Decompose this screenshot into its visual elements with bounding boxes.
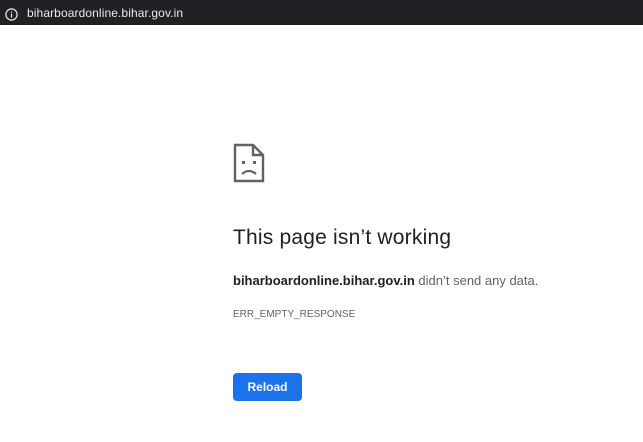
reload-button[interactable]: Reload xyxy=(233,373,302,401)
error-host: biharboardonline.bihar.gov.in xyxy=(233,273,415,288)
error-page: This page isn’t working biharboardonline… xyxy=(0,25,643,442)
address-bar[interactable]: biharboardonline.bihar.gov.in xyxy=(0,0,643,25)
error-code: ERR_EMPTY_RESPONSE xyxy=(233,309,356,320)
page-title: This page isn’t working xyxy=(233,226,452,249)
error-message-suffix: didn’t send any data. xyxy=(414,273,539,288)
sad-page-icon xyxy=(233,143,265,183)
url-text[interactable]: biharboardonline.bihar.gov.in xyxy=(27,6,183,20)
error-message: biharboardonline.bihar.gov.in didn’t sen… xyxy=(233,273,538,288)
info-icon[interactable] xyxy=(5,6,18,21)
